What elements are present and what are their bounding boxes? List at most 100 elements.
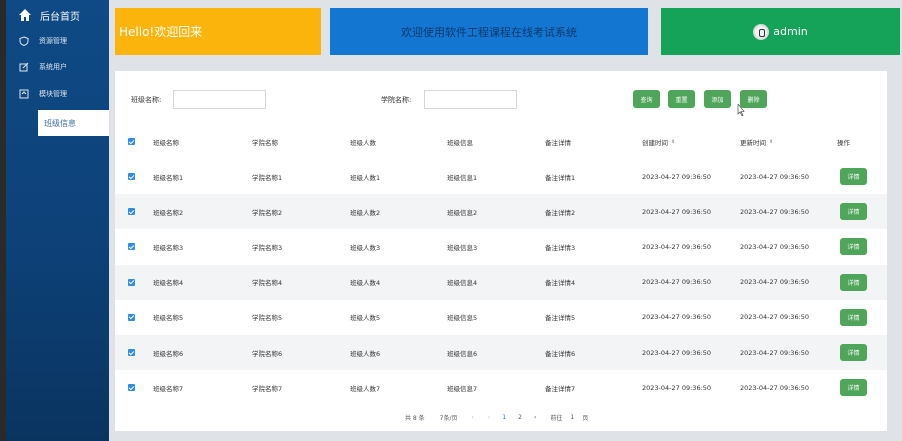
row-checkbox[interactable] [128,300,135,335]
detail-button[interactable]: 详情 [840,168,867,185]
detail-button[interactable]: 详情 [840,238,867,256]
shield-icon [18,35,30,47]
sidebar-item-label: 班级信息 [44,118,76,128]
table-cell: 学院名称6 [252,349,283,358]
table-cell: 备注详情4 [545,279,576,288]
main-panel: 班级名称: 学院名称: 查询 重置 添加 删除 班级名称 学院名称 班级人数 班… [115,71,887,431]
system-title-card: 欢迎使用软件工程课程在线考试系统 [330,8,648,55]
sidebar-item-resources[interactable]: 资源管理 [6,28,109,54]
welcome-card: Hello!欢迎回来 [115,8,321,55]
table-cell: 2023-04-27 09:36:50 [642,172,712,181]
row-checkbox[interactable] [128,265,135,300]
table-cell: 班级信息6 [447,349,478,358]
prev-page-icon[interactable]: ‹ [471,414,473,421]
sort-icon[interactable]: ⬍ [671,139,675,145]
detail-button[interactable]: 详情 [840,308,867,326]
row-checkbox[interactable] [128,370,135,405]
goto-input[interactable]: 1 [570,414,574,421]
reset-button[interactable]: 重置 [668,90,695,108]
avatar [753,23,770,40]
table-cell: 备注详情1 [545,173,576,182]
select-all-checkbox[interactable] [128,124,135,159]
row-checkbox[interactable] [128,194,135,229]
table-cell: 班级人数2 [350,208,381,217]
page-2[interactable]: 2 [518,414,522,421]
column-header-created[interactable]: 创建时间 ⬍ [642,124,675,159]
table-cell: 班级名称7 [153,384,184,393]
table-cell: 班级名称5 [153,314,184,323]
column-header-label: 更新时间 [740,138,766,147]
detail-button[interactable]: 详情 [840,344,867,361]
detail-button[interactable]: 详情 [840,273,867,291]
row-checkbox[interactable] [128,335,135,370]
table-cell: 2023-04-27 09:36:50 [740,172,810,181]
table-row[interactable]: 班级名称5 学院名称5 班级人数5 班级信息5 备注详情5 2023-04-27 09:3… [115,300,887,335]
table-cell: 备注详情3 [545,243,576,252]
user-card[interactable]: admin [661,8,900,55]
row-checkbox[interactable] [128,159,135,194]
table-row[interactable]: 班级名称3 学院名称3 班级人数3 班级信息3 备注详情3 2023-04-27 09:3… [115,229,887,264]
detail-button[interactable]: 详情 [840,379,867,397]
row-action: 详情 [840,335,867,370]
table-cell: 2023-04-27 09:36:50 [740,383,810,392]
table-cell: 2023-04-27 09:36:50 [740,242,810,251]
table-cell: 班级信息5 [447,314,478,323]
table-row[interactable]: 班级名称6 学院名称6 班级人数6 班级信息6 备注详情6 2023-04-27 09:3… [115,335,887,370]
add-button[interactable]: 添加 [704,90,731,108]
table-row[interactable]: 班级名称4 学院名称4 班级人数4 班级信息4 备注详情4 2023-04-27 09:3… [115,264,887,300]
page-1[interactable]: 1 [502,414,506,421]
edit-icon [18,61,30,73]
username: admin [773,25,808,38]
column-header: 操作 [837,138,850,147]
table-cell: 班级信息2 [447,208,478,217]
query-button[interactable]: 查询 [633,90,660,108]
table-cell: 学院名称4 [252,279,283,288]
pagination: 共 8 条 7条/页 ‹ ‹ 1 2 › 前往 1 页 [405,411,588,423]
sidebar-item-home[interactable]: 后台首页 [6,2,109,28]
home-icon [18,8,32,22]
table-row[interactable]: 班级名称7 学院名称7 班级人数7 班级信息7 备注详情7 2023-04-27 09:3… [115,370,887,405]
pager-total: 共 8 条 [405,414,425,422]
column-header-updated[interactable]: 更新时间 ⬍ [740,124,773,159]
sort-icon[interactable]: ⬍ [769,139,773,145]
table-cell: 学院名称1 [252,173,283,182]
table-cell: 备注详情2 [545,208,576,217]
table-cell: 2023-04-27 09:36:50 [740,313,810,322]
prev-icon[interactable]: ‹ [488,414,490,421]
table-cell: 2023-04-27 09:36:50 [642,278,712,287]
table-cell: 备注详情6 [545,349,576,358]
class-name-input[interactable] [173,90,266,109]
table-cell: 班级信息7 [447,384,478,393]
table-row[interactable]: 班级名称1 学院名称1 班级人数1 班级信息1 备注详情1 2023-04-27 09:3… [115,159,887,194]
table-cell: 学院名称3 [252,243,283,252]
table-cell: 班级人数6 [350,349,381,358]
table-cell: 备注详情5 [545,314,576,323]
table-cell: 班级信息4 [447,279,478,288]
column-header: 班级信息 [447,138,473,147]
app-window: 后台首页 资源管理 系统用户 模块管理 班级信息 Hello!欢迎回来 欢迎使用… [0,0,902,441]
sidebar-item-users[interactable]: 系统用户 [6,54,109,80]
row-action: 详情 [840,229,867,264]
row-action: 详情 [840,300,867,335]
detail-button[interactable]: 详情 [840,203,867,221]
sidebar-item-class-info[interactable]: 班级信息 [38,110,109,136]
table-cell: 班级人数3 [350,243,381,252]
table-cell: 学院名称5 [252,314,283,323]
row-action: 详情 [840,194,867,229]
table-cell: 2023-04-27 09:36:50 [740,348,810,357]
row-action: 详情 [840,370,867,405]
table-cell: 班级人数4 [350,279,381,288]
college-name-input[interactable] [424,90,517,109]
column-header: 备注详情 [545,138,571,147]
welcome-text: Hello!欢迎回来 [119,25,203,39]
table-cell: 班级人数1 [350,173,381,182]
college-name-label: 学院名称: [381,96,412,104]
page-unit: 页 [582,414,589,422]
table-cell: 班级名称6 [153,349,184,358]
pager-size[interactable]: 7条/页 [440,413,458,422]
table-row[interactable]: 班级名称2 学院名称2 班级人数2 班级信息2 备注详情2 2023-04-27 09:3… [115,194,887,230]
table-cell: 2023-04-27 09:36:50 [642,313,712,322]
sidebar-item-modules[interactable]: 模块管理 [6,81,109,107]
row-checkbox[interactable] [128,229,135,264]
next-page-icon[interactable]: › [534,414,536,421]
